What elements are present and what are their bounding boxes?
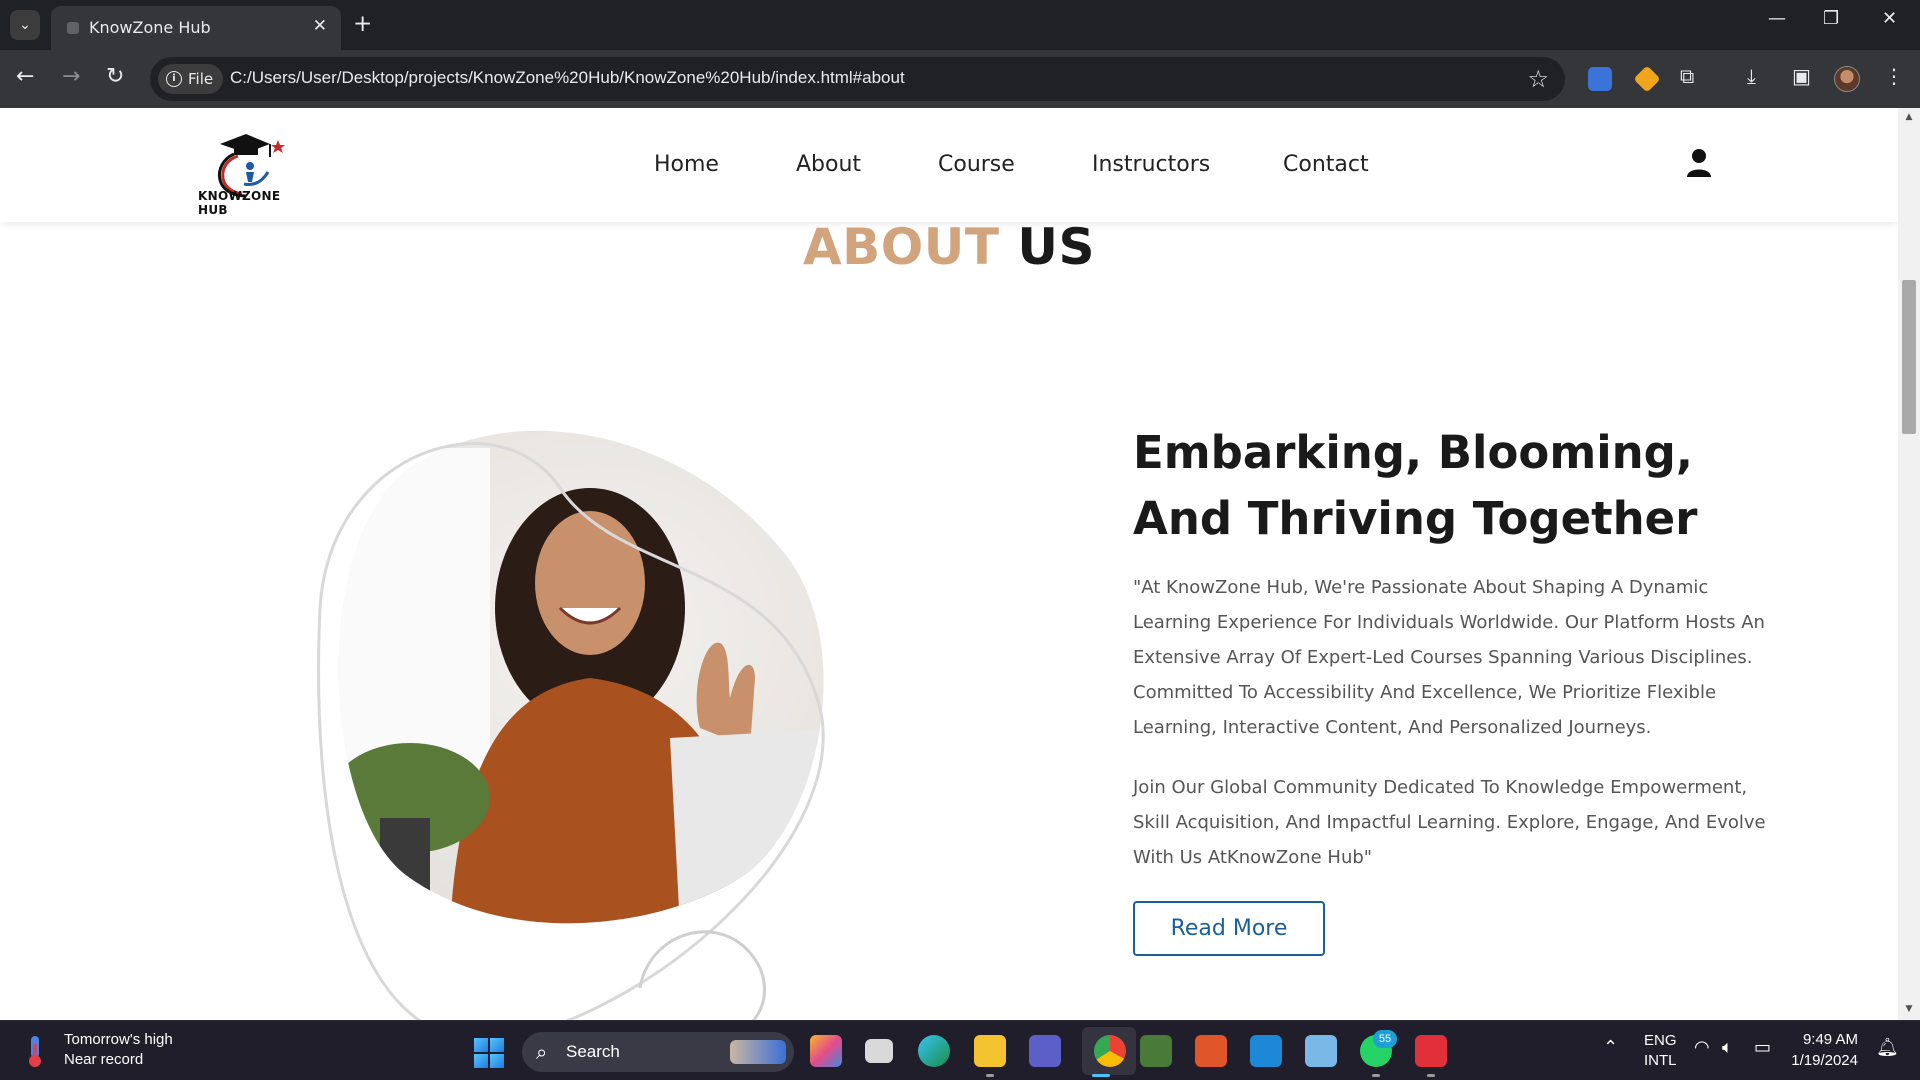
browser-toolbar: ← → ↻ i File C:/Users/User/Desktop/proje… — [0, 50, 1920, 108]
weather-line-1: Tomorrow's high — [64, 1031, 173, 1048]
reload-icon[interactable]: ↻ — [106, 65, 124, 89]
minimize-button[interactable]: — — [1768, 8, 1786, 29]
clock-time[interactable]: 9:49 AM — [1774, 1031, 1858, 1048]
windows-start-icon[interactable] — [474, 1038, 504, 1068]
site-info-chip[interactable]: i File — [158, 64, 224, 94]
taskbar-search-label: Search — [566, 1042, 620, 1061]
search-highlight-icon — [730, 1040, 786, 1064]
new-tab-button[interactable]: + — [353, 11, 372, 37]
page-scrollbar[interactable]: ▲ ▼ — [1898, 108, 1920, 1020]
about-photo — [317, 430, 825, 1020]
back-arrow-icon[interactable]: ← — [16, 65, 34, 89]
forward-arrow-icon[interactable]: → — [62, 65, 80, 89]
anydesk-running-indicator — [1427, 1074, 1435, 1077]
side-panel-icon[interactable]: ▣ — [1792, 64, 1811, 88]
translate-extension-icon[interactable] — [1588, 67, 1612, 91]
chrome-icon[interactable] — [1094, 1035, 1126, 1067]
restore-button[interactable]: ❐ — [1823, 8, 1839, 29]
about-content: Embarking, Blooming, And Thriving Togeth… — [1133, 420, 1773, 956]
nav-home[interactable]: Home — [654, 152, 719, 177]
address-bar[interactable]: i File C:/Users/User/Desktop/projects/Kn… — [150, 57, 1565, 101]
tab-favicon-icon — [67, 22, 79, 34]
anydesk-icon[interactable] — [1415, 1035, 1447, 1067]
scroll-down-icon[interactable]: ▼ — [1903, 1004, 1915, 1014]
about-paragraph-2: Join Our Global Community Dedicated To K… — [1133, 777, 1766, 868]
browser-tab-bar: ⌄ KnowZone Hub ✕ + — ❐ ✕ — [0, 0, 1920, 50]
weather-line-2: Near record — [64, 1051, 144, 1068]
browser-tab[interactable]: KnowZone Hub ✕ — [51, 6, 341, 50]
site-info-label: File — [188, 70, 214, 88]
title-accent: ABOUT — [802, 218, 1000, 276]
scroll-up-icon[interactable]: ▲ — [1903, 112, 1915, 122]
url-text[interactable]: C:/Users/User/Desktop/projects/KnowZone%… — [230, 68, 905, 88]
info-icon: i — [166, 71, 182, 87]
about-paragraph-1: "At KnowZone Hub, We're Passionate About… — [1133, 577, 1765, 738]
nav-about[interactable]: About — [796, 152, 861, 177]
menu-dots-icon[interactable]: ⋮ — [1884, 64, 1904, 88]
windows-taskbar: Tomorrow's high Near record ⌕ Search 55 … — [0, 1020, 1920, 1080]
edge-browser-icon[interactable] — [918, 1035, 950, 1067]
vscode-icon[interactable] — [1250, 1035, 1282, 1067]
title-rest: US — [1017, 218, 1096, 276]
read-more-button[interactable]: Read More — [1133, 901, 1325, 956]
wifi-icon[interactable]: ◠ — [1694, 1037, 1710, 1058]
logo-text: KNOWZONE HUB — [198, 189, 281, 217]
download-icon[interactable]: ⤓ — [1747, 64, 1756, 88]
tab-close-icon[interactable]: ✕ — [313, 16, 327, 36]
show-hidden-icons-chevron-icon[interactable]: ⌃ — [1603, 1037, 1618, 1058]
page-viewport: KNOWZONE HUB Home About Course Instructo… — [0, 108, 1920, 1020]
language-line-2[interactable]: INTL — [1644, 1052, 1677, 1069]
site-header: KNOWZONE HUB Home About Course Instructo… — [0, 108, 1898, 222]
notification-bell-icon[interactable]: 🔔︎ — [1876, 1037, 1899, 1058]
section-title: ABOUT US — [0, 218, 1898, 276]
nav-course[interactable]: Course — [938, 152, 1015, 177]
chrome-running-indicator — [1092, 1074, 1110, 1077]
profile-avatar[interactable] — [1834, 66, 1860, 92]
coupon-extension-icon[interactable] — [1633, 65, 1661, 93]
nav-instructors[interactable]: Instructors — [1092, 152, 1210, 177]
task-view-icon[interactable] — [865, 1039, 893, 1063]
whatsapp-running-indicator — [1372, 1074, 1380, 1077]
xampp-icon[interactable] — [1195, 1035, 1227, 1067]
tab-search-button[interactable]: ⌄ — [10, 10, 40, 40]
tab-title: KnowZone Hub — [89, 18, 211, 37]
clock-date[interactable]: 1/19/2024 — [1774, 1052, 1858, 1069]
language-line-1[interactable]: ENG — [1644, 1032, 1677, 1049]
user-icon[interactable] — [1686, 148, 1712, 178]
copilot-icon[interactable] — [810, 1035, 842, 1067]
teams-icon[interactable] — [1029, 1035, 1061, 1067]
volume-icon[interactable]: 🔈︎ — [1722, 1037, 1733, 1058]
bookmark-star-icon[interactable]: ☆ — [1527, 65, 1549, 93]
image-viewer-icon[interactable] — [1140, 1035, 1172, 1067]
taskbar-search-box[interactable]: ⌕ Search — [522, 1032, 794, 1072]
search-icon: ⌕ — [536, 1040, 548, 1064]
extensions-puzzle-icon[interactable]: ⧉ — [1680, 64, 1694, 88]
explorer-running-indicator — [986, 1074, 994, 1077]
scroll-thumb[interactable] — [1902, 280, 1916, 434]
nav-contact[interactable]: Contact — [1283, 152, 1369, 177]
about-headline: Embarking, Blooming, And Thriving Togeth… — [1133, 426, 1698, 545]
thermometer-icon[interactable] — [24, 1034, 46, 1068]
file-explorer-icon[interactable] — [974, 1035, 1006, 1067]
battery-icon[interactable]: ▭ — [1754, 1037, 1771, 1058]
whatsapp-badge: 55 — [1373, 1030, 1397, 1048]
close-window-button[interactable]: ✕ — [1882, 8, 1897, 29]
cube-app-icon[interactable] — [1305, 1035, 1337, 1067]
